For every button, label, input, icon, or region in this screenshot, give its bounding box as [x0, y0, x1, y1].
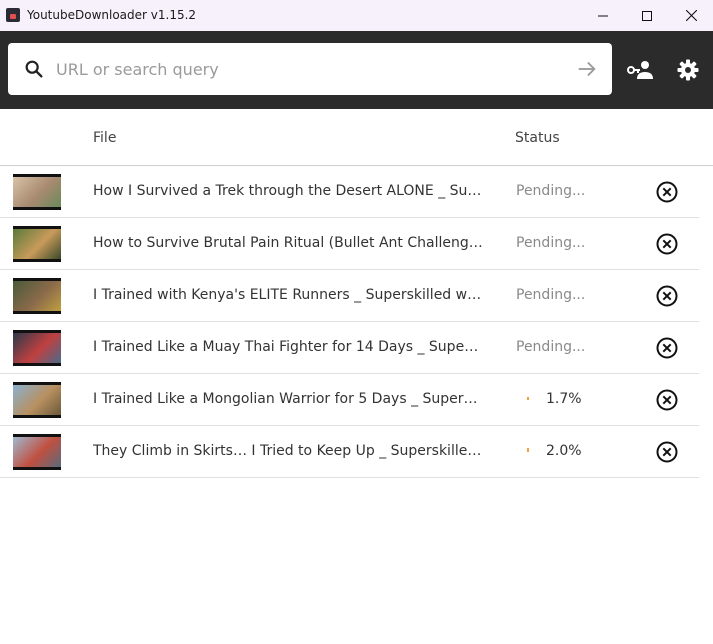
close-icon — [685, 10, 697, 21]
download-row[interactable]: How to Survive Brutal Pain Ritual (Bulle… — [0, 218, 699, 270]
download-row[interactable]: They Climb in Skirts… I Tried to Keep Up… — [0, 426, 699, 478]
column-header-status: Status — [515, 130, 560, 146]
search-icon — [25, 60, 43, 78]
minimize-button[interactable] — [580, 0, 626, 31]
toolbar — [0, 31, 713, 109]
status-text: Pending... — [516, 339, 586, 355]
auth-button[interactable] — [626, 56, 654, 84]
file-name: How I Survived a Trek through the Desert… — [93, 183, 483, 199]
status-text: Pending... — [516, 183, 586, 199]
download-row[interactable]: I Trained Like a Muay Thai Fighter for 1… — [0, 322, 699, 374]
video-thumbnail — [13, 330, 61, 366]
progress-fill — [527, 396, 529, 400]
maximize-icon — [642, 10, 652, 21]
status-text: Pending... — [516, 287, 586, 303]
app-logo-icon — [6, 8, 20, 22]
table-header: File Status — [0, 109, 713, 166]
download-row[interactable]: I Trained with Kenya's ELITE Runners _ S… — [0, 270, 699, 322]
file-name: How to Survive Brutal Pain Ritual (Bulle… — [93, 235, 483, 251]
status-text: Pending... — [516, 235, 586, 251]
user-key-icon — [627, 61, 653, 79]
file-name: I Trained with Kenya's ELITE Runners _ S… — [93, 287, 483, 303]
video-thumbnail — [13, 174, 61, 210]
video-thumbnail — [13, 382, 61, 418]
progress-percent: 1.7% — [546, 391, 582, 407]
settings-button[interactable] — [674, 56, 702, 84]
progress-indicator — [527, 390, 529, 400]
maximize-button[interactable] — [624, 0, 670, 31]
downloads-list: How I Survived a Trek through the Desert… — [0, 166, 699, 478]
download-row[interactable]: How I Survived a Trek through the Desert… — [0, 166, 699, 218]
search-box — [8, 43, 612, 95]
video-thumbnail — [13, 278, 61, 314]
cancel-download-icon[interactable] — [655, 284, 679, 308]
download-row[interactable]: I Trained Like a Mongolian Warrior for 5… — [0, 374, 699, 426]
progress-percent: 2.0% — [546, 443, 582, 459]
file-name: I Trained Like a Mongolian Warrior for 5… — [93, 391, 483, 407]
cancel-download-icon[interactable] — [655, 180, 679, 204]
minimize-icon — [598, 15, 608, 16]
video-thumbnail — [13, 226, 61, 262]
gear-icon — [677, 59, 699, 81]
search-input[interactable] — [56, 43, 566, 95]
cancel-download-icon[interactable] — [655, 336, 679, 360]
progress-indicator — [527, 442, 529, 452]
file-name: I Trained Like a Muay Thai Fighter for 1… — [93, 339, 483, 355]
progress-fill — [527, 448, 529, 452]
cancel-download-icon[interactable] — [655, 388, 679, 412]
title-bar: YoutubeDownloader v1.15.2 — [0, 0, 713, 31]
arrow-right-icon[interactable] — [576, 58, 598, 80]
column-header-file: File — [93, 130, 117, 146]
window-title: YoutubeDownloader v1.15.2 — [27, 8, 197, 22]
file-name: They Climb in Skirts… I Tried to Keep Up… — [93, 443, 483, 459]
close-button[interactable] — [668, 0, 713, 31]
cancel-download-icon[interactable] — [655, 440, 679, 464]
video-thumbnail — [13, 434, 61, 470]
cancel-download-icon[interactable] — [655, 232, 679, 256]
